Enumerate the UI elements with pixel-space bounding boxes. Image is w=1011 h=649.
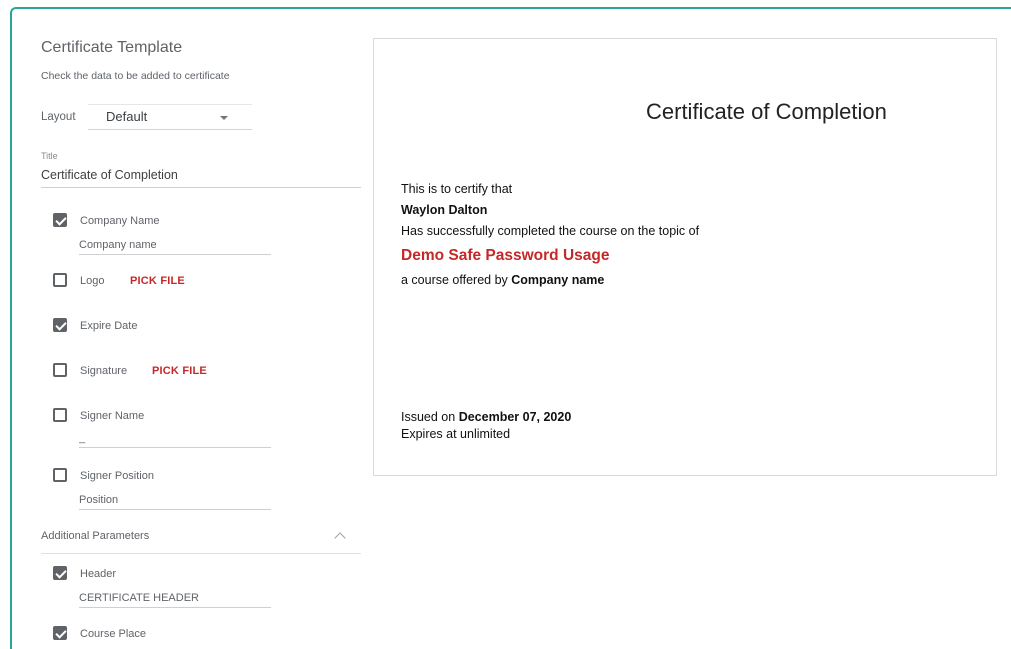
signer-name-label: Signer Name — [80, 410, 145, 422]
layout-select-value: Default — [106, 109, 148, 124]
title-field-label: Title — [41, 151, 58, 161]
expire-date-checkbox[interactable] — [53, 318, 67, 332]
company-name-input[interactable] — [79, 235, 271, 255]
course-place-checkbox[interactable] — [53, 626, 67, 640]
layout-select-divider — [88, 104, 252, 105]
expire-date-label: Expire Date — [80, 320, 138, 332]
company-name-label: Company Name — [80, 215, 160, 227]
additional-parameters-label: Additional Parameters — [41, 530, 150, 542]
header-input[interactable] — [79, 588, 271, 608]
certify-text: This is to certify that — [401, 182, 513, 196]
offered-by-line: a course offered by Company name — [401, 273, 604, 287]
issued-date: December 07, 2020 — [458, 410, 572, 424]
signature-pick-file-button[interactable]: PICK FILE — [152, 365, 207, 377]
recipient-name: Waylon Dalton — [401, 203, 487, 217]
panel-subtitle: Check the data to be added to certificat… — [41, 70, 230, 82]
certificate-title: Certificate of Completion — [646, 99, 887, 124]
signer-position-checkbox[interactable] — [53, 468, 67, 482]
course-place-label: Course Place — [80, 628, 147, 640]
layout-select[interactable]: Default — [88, 104, 252, 130]
logo-label: Logo — [80, 275, 105, 287]
dropdown-caret-icon — [220, 116, 228, 120]
signer-name-checkbox[interactable] — [53, 408, 67, 422]
company-name-checkbox[interactable] — [53, 213, 67, 227]
issued-line: Issued on December 07, 2020 — [401, 410, 571, 424]
logo-checkbox[interactable] — [53, 273, 67, 287]
title-input[interactable] — [41, 163, 361, 188]
signer-position-label: Signer Position — [80, 470, 154, 482]
logo-pick-file-button[interactable]: PICK FILE — [130, 275, 185, 287]
signer-position-input[interactable] — [79, 490, 271, 510]
panel-title: Certificate Template — [41, 39, 183, 56]
expires-line: Expires at unlimited — [401, 427, 511, 441]
certificate-preview: Certificate of Completion This is to cer… — [373, 38, 997, 476]
completed-text: Has successfully completed the course on… — [401, 224, 700, 238]
header-checkbox[interactable] — [53, 566, 67, 580]
signature-checkbox[interactable] — [53, 363, 67, 377]
offered-by-company: Company name — [511, 273, 605, 287]
header-label: Header — [80, 568, 117, 580]
signer-name-input[interactable] — [79, 428, 271, 448]
layout-label: Layout — [41, 111, 76, 123]
signature-label: Signature — [80, 365, 128, 377]
additional-parameters-divider — [41, 553, 361, 554]
issued-prefix: Issued on — [401, 410, 456, 424]
recipient-name-text: Waylon Dalton — [401, 203, 488, 217]
course-name: Demo Safe Password Usage — [401, 247, 610, 264]
offered-by-prefix: a course offered by — [401, 273, 508, 287]
